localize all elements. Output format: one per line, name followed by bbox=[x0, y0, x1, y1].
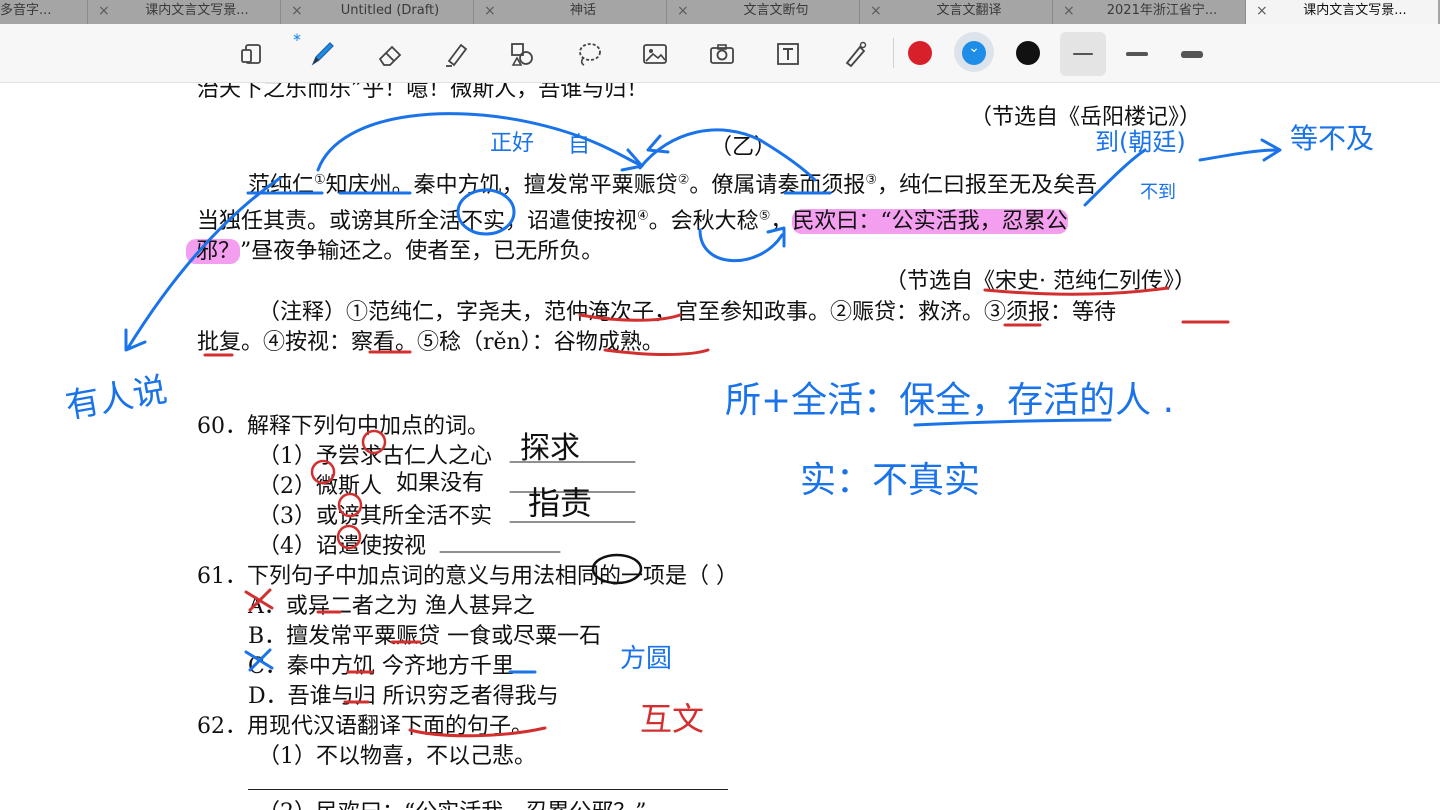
highlighted-text: 邪？ bbox=[186, 239, 241, 264]
tab-6[interactable]: × 文言文翻译 bbox=[860, 0, 1053, 24]
camera-icon[interactable] bbox=[702, 34, 742, 74]
text: ”昼夜争输还之。使者至，已无所负。 bbox=[240, 239, 604, 264]
close-icon[interactable]: × bbox=[677, 0, 689, 22]
tab-label: 文言文翻译 bbox=[936, 3, 1002, 18]
line-width-thin[interactable] bbox=[1073, 53, 1093, 55]
line-width-thick[interactable] bbox=[1181, 51, 1203, 58]
passage-line-3: 邪？”昼夜争输还之。使者至，已无所负。 bbox=[186, 233, 603, 265]
question-62-item: （1）不以物喜，不以己悲。 bbox=[258, 744, 536, 769]
cropped-text-line: 治天下之乐而乐”乎！噫！微斯人，吾谁与归！ bbox=[197, 83, 649, 102]
question-62-item: （2）民欢曰：“公实活我，忍累公邪？” bbox=[258, 794, 647, 810]
text: 知庆州。秦中方饥，擅发常平粟赈贷 bbox=[325, 173, 678, 198]
question-60-item: （1）予尝求古仁人之心 bbox=[258, 444, 492, 469]
text: 。僚属请奏而须报 bbox=[689, 173, 866, 198]
eraser-icon[interactable] bbox=[370, 34, 410, 74]
close-icon[interactable]: × bbox=[98, 0, 110, 22]
question-62-stem: 62．用现代汉语翻译下面的句子。 bbox=[197, 714, 533, 739]
tab-7[interactable]: × 2021年浙江省宁... bbox=[1053, 0, 1246, 24]
close-icon[interactable]: × bbox=[291, 0, 303, 22]
lasso-icon[interactable] bbox=[569, 34, 609, 74]
tab-label: 2021年浙江省宁... bbox=[1106, 3, 1218, 18]
question-61-stem: 61．下列句子中加点词的意义与用法相同的一项是（ ） bbox=[197, 564, 738, 589]
tab-label: 文言文断句 bbox=[743, 3, 809, 18]
tab-1[interactable]: 多音字... bbox=[0, 0, 88, 24]
tab-label: Untitled (Draft) bbox=[340, 3, 440, 18]
line-width-medium[interactable] bbox=[1126, 52, 1148, 56]
question-61-option: A．或异二者之为 渔人甚异之 bbox=[248, 594, 535, 619]
close-icon[interactable]: × bbox=[484, 0, 496, 22]
tab-2[interactable]: × 课内文言文写景... bbox=[88, 0, 281, 24]
text: ， bbox=[770, 209, 793, 234]
text: ，纯仁曰报至无及矣吾 bbox=[877, 173, 1098, 198]
text: 。会秋大稔 bbox=[648, 209, 759, 234]
close-icon[interactable]: × bbox=[870, 0, 882, 22]
footnote-mark: ② bbox=[677, 172, 690, 188]
footnote-mark: ① bbox=[314, 172, 326, 188]
tab-label: 多音字... bbox=[0, 3, 52, 18]
question-61-option: D．吾谁与归 所识穷乏者得我与 bbox=[248, 684, 559, 709]
question-61-option: B．擅发常平粟赈贷 一食或尽粟一石 bbox=[248, 624, 602, 649]
source-citation-2: （节选自《宋史· 范纯仁列传》） bbox=[885, 269, 1196, 294]
tab-3[interactable]: × Untitled (Draft) bbox=[281, 0, 474, 24]
close-icon[interactable]: × bbox=[1256, 0, 1268, 22]
page-layout-icon[interactable] bbox=[233, 34, 273, 74]
color-red-swatch[interactable] bbox=[908, 41, 932, 65]
pen-icon[interactable] bbox=[302, 34, 342, 74]
highlighted-text: 民欢曰：“公实活我，忍累公 bbox=[792, 209, 1068, 234]
note-line-1: （注释）①范纯仁，字尧夫，范仲淹次子，官至参知政事。②赈贷：救济。③须报：等待 bbox=[258, 300, 1117, 325]
shapes-icon[interactable] bbox=[502, 34, 542, 74]
color-black-swatch[interactable] bbox=[1016, 41, 1040, 65]
question-60-item: （3）或谤其所全活不实 bbox=[258, 504, 492, 529]
part-label: （乙） bbox=[710, 135, 777, 160]
passage-line-2: 当独任其责。或谤其所全活不实，诏遣使按视④。会秋大稔⑤，民欢曰：“公实活我，忍累… bbox=[197, 203, 1068, 235]
toolbar-divider bbox=[893, 38, 894, 68]
passage-line-1: 范纯仁①知庆州。秦中方饥，擅发常平粟赈贷②。僚属请奏而须报③，纯仁曰报至无及矣吾 bbox=[248, 167, 1097, 199]
tab-4[interactable]: × 神话 bbox=[474, 0, 667, 24]
text: 范纯仁 bbox=[248, 173, 315, 198]
bluetooth-icon: ∗ bbox=[292, 30, 303, 44]
close-icon[interactable]: × bbox=[1063, 0, 1075, 22]
tab-5[interactable]: × 文言文断句 bbox=[667, 0, 860, 24]
highlighter-icon[interactable] bbox=[436, 34, 476, 74]
document-page: 治天下之乐而乐”乎！噫！微斯人，吾谁与归！ （节选自《岳阳楼记》） （乙） 范纯… bbox=[0, 83, 1440, 810]
source-citation-1: （节选自《岳阳楼记》） bbox=[970, 105, 1202, 130]
laser-pointer-icon[interactable] bbox=[835, 34, 875, 74]
color-blue-swatch[interactable]: ⌄ bbox=[962, 40, 986, 65]
toolbar: ∗ ⌄ bbox=[0, 24, 1440, 83]
tab-8-active[interactable]: × 课内文言文写景... bbox=[1246, 0, 1438, 24]
footnote-mark: ④ bbox=[637, 208, 649, 224]
footnote-mark: ③ bbox=[865, 172, 878, 188]
text: 当独任其责。或谤其所全活不实，诏遣使按视 bbox=[197, 209, 638, 234]
tab-label: 课内文言文写景... bbox=[1303, 3, 1407, 18]
question-60-item: （2）微斯人 bbox=[258, 474, 382, 499]
question-60-item: （4）诏遣使按视 bbox=[258, 534, 426, 559]
tab-label: 课内文言文写景... bbox=[145, 3, 249, 18]
image-icon[interactable] bbox=[635, 34, 675, 74]
checkmark-icon: ⌄ bbox=[968, 40, 980, 56]
question-60-stem: 60．解释下列句中加点的词。 bbox=[197, 414, 489, 439]
answer-line bbox=[248, 789, 728, 790]
tab-label: 神话 bbox=[569, 3, 596, 18]
question-61-option: C．秦中方饥 今齐地方千里 bbox=[248, 654, 514, 679]
tab-bar: 多音字... × 课内文言文写景... × Untitled (Draft) × 神话… bbox=[0, 0, 1440, 24]
text-icon[interactable] bbox=[768, 34, 808, 74]
note-line-2: 批复。④按视：察看。⑤稔（rěn）：谷物成熟。 bbox=[197, 330, 664, 355]
footnote-mark: ⑤ bbox=[758, 208, 771, 224]
